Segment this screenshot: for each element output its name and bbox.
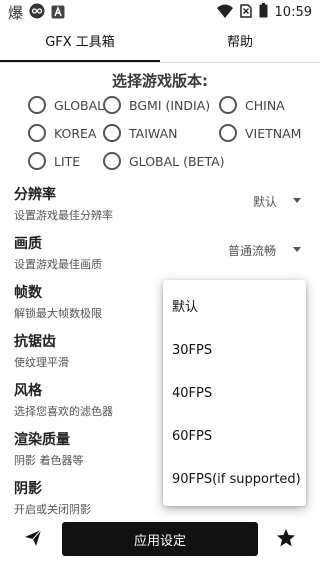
setting-title: 分辨率: [14, 187, 56, 203]
setting-title: 抗锯齿: [14, 334, 56, 350]
radio-global-beta[interactable]: GLOBAL (BETA): [103, 151, 225, 171]
radio-label: LITE: [54, 153, 81, 169]
setting-desc: 阴影 着色器等: [14, 454, 84, 467]
setting-title: 风格: [14, 383, 42, 399]
setting-style[interactable]: 风格 选择您喜欢的滤色器: [14, 380, 113, 419]
version-title: 选择游戏版本:: [112, 72, 208, 90]
setting-desc: 开启或关闭阴影: [14, 503, 91, 516]
setting-desc: 使纹理平滑: [14, 356, 69, 369]
fps-option-30[interactable]: 30FPS: [163, 331, 306, 371]
radio-taiwan[interactable]: TAIWAN: [103, 123, 177, 143]
setting-title: 渲染质量: [14, 432, 70, 448]
radio-label: BGMI (INDIA): [129, 97, 211, 113]
radio-bgmi-india[interactable]: BGMI (INDIA): [103, 95, 210, 115]
setting-desc: 解锁最大帧数极限: [14, 307, 102, 320]
setting-antialiasing[interactable]: 抗锯齿 使纹理平滑: [14, 331, 69, 370]
fps-option-60[interactable]: 60FPS: [163, 417, 306, 457]
setting-resolution[interactable]: 分辨率 设置游戏最佳分辨率: [14, 184, 113, 223]
fps-option-40[interactable]: 40FPS: [163, 374, 306, 414]
chevron-down-icon[interactable]: [293, 247, 301, 252]
tab-help[interactable]: 帮助: [160, 24, 320, 62]
status-left: 爆: [8, 3, 65, 23]
tab-bar: GFX 工具箱 帮助: [0, 24, 320, 63]
radio-circle[interactable]: [219, 96, 237, 114]
setting-shadow[interactable]: 阴影 开启或关闭阴影: [14, 478, 91, 517]
star-icon[interactable]: [276, 528, 296, 552]
setting-desc: 设置游戏最佳画质: [14, 258, 102, 271]
setting-desc: 选择您喜欢的滤色器: [14, 405, 113, 418]
send-icon[interactable]: [24, 529, 42, 551]
fps-option-default[interactable]: 默认: [163, 288, 306, 328]
setting-desc: 设置游戏最佳分辨率: [14, 209, 113, 222]
status-time: 10:59: [274, 4, 312, 20]
apply-settings-button[interactable]: 应用设定: [62, 522, 258, 556]
resolution-value[interactable]: 默认: [253, 193, 277, 210]
radio-circle[interactable]: [28, 96, 46, 114]
setting-title: 帧数: [14, 285, 42, 301]
radio-circle[interactable]: [103, 152, 121, 170]
tab-selected-indicator: [0, 60, 160, 62]
radio-vietnam[interactable]: VIETNAM: [219, 123, 301, 143]
status-right: 10:59: [216, 3, 312, 22]
radio-circle[interactable]: [103, 96, 121, 114]
fps-dropdown-menu: 默认 30FPS 40FPS 60FPS 90FPS(if supported): [163, 280, 306, 506]
a-notification-icon: [51, 4, 65, 23]
bottom-bar: 应用设定: [0, 520, 320, 568]
setting-graphics[interactable]: 画质 设置游戏最佳画质: [14, 233, 102, 272]
battery-icon: [259, 3, 268, 22]
wifi-icon: [216, 3, 233, 22]
tab-gfx-toolbox[interactable]: GFX 工具箱: [0, 24, 160, 62]
radio-label: GLOBAL (BETA): [129, 153, 225, 169]
app-notification-icon: 爆: [8, 4, 24, 22]
radio-circle[interactable]: [28, 124, 46, 142]
fps-option-90[interactable]: 90FPS(if supported): [163, 460, 306, 500]
radio-label: CHINA: [245, 97, 285, 113]
radio-label: TAIWAN: [129, 125, 178, 141]
radio-global[interactable]: GLOBAL: [28, 95, 104, 115]
graphics-value[interactable]: 普通流畅: [228, 242, 276, 259]
setting-fps[interactable]: 帧数 解锁最大帧数极限: [14, 282, 102, 321]
radio-label: KOREA: [54, 125, 97, 141]
radio-korea[interactable]: KOREA: [28, 123, 97, 143]
chevron-down-icon[interactable]: [293, 198, 301, 203]
radio-china[interactable]: CHINA: [219, 95, 285, 115]
radio-lite[interactable]: LITE: [28, 151, 80, 171]
setting-render-quality[interactable]: 渲染质量 阴影 着色器等: [14, 429, 84, 468]
sim-icon: [239, 3, 252, 22]
setting-title: 阴影: [14, 481, 42, 497]
radio-label: GLOBAL: [54, 97, 105, 113]
radio-circle[interactable]: [28, 152, 46, 170]
infinity-icon: [29, 3, 45, 23]
setting-title: 画质: [14, 236, 42, 252]
radio-circle[interactable]: [219, 124, 237, 142]
radio-circle[interactable]: [103, 124, 121, 142]
radio-label: VIETNAM: [245, 125, 302, 141]
status-bar: 爆 10:59: [0, 0, 320, 24]
